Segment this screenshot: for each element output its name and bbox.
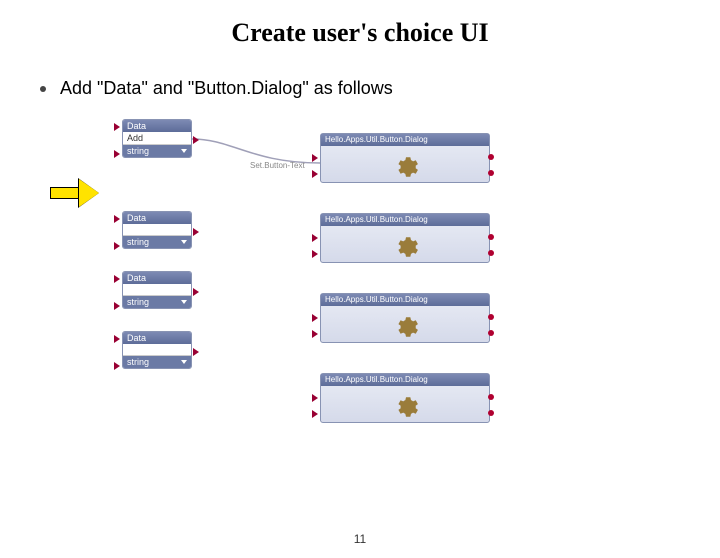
port-in-icon[interactable]	[114, 150, 120, 158]
port-out-icon[interactable]	[488, 154, 494, 160]
data-block-type[interactable]: string	[123, 236, 191, 248]
yellow-arrow-icon	[50, 179, 104, 207]
gear-icon	[393, 314, 419, 340]
port-in-icon[interactable]	[312, 250, 318, 258]
page-title: Create user's choice UI	[0, 18, 720, 48]
port-in-icon[interactable]	[312, 170, 318, 178]
chevron-down-icon	[181, 240, 187, 244]
diagram-canvas: Set.Button-Text Data Add string Data str…	[110, 119, 630, 469]
gear-icon	[393, 154, 419, 180]
port-in-icon[interactable]	[114, 362, 120, 370]
port-in-icon[interactable]	[114, 123, 120, 131]
data-block-value[interactable]	[123, 284, 191, 296]
port-out-icon[interactable]	[193, 348, 199, 356]
data-block[interactable]: Data Add string	[122, 119, 192, 158]
data-block-header: Data	[123, 120, 191, 132]
port-in-icon[interactable]	[114, 242, 120, 250]
button-dialog-block[interactable]: Hello.Apps.Util.Button.Dialog	[320, 293, 490, 343]
chevron-down-icon	[181, 300, 187, 304]
data-block-value[interactable]: Add	[123, 132, 191, 145]
port-in-icon[interactable]	[312, 314, 318, 322]
dialog-block-header: Hello.Apps.Util.Button.Dialog	[321, 134, 489, 146]
port-out-icon[interactable]	[488, 234, 494, 240]
port-out-icon[interactable]	[488, 330, 494, 336]
port-in-icon[interactable]	[312, 410, 318, 418]
bullet-item: Add "Data" and "Button.Dialog" as follow…	[40, 78, 720, 99]
port-in-icon[interactable]	[312, 394, 318, 402]
chevron-down-icon	[181, 149, 187, 153]
data-block-value[interactable]	[123, 224, 191, 236]
gear-icon	[393, 394, 419, 420]
button-dialog-block[interactable]: Hello.Apps.Util.Button.Dialog	[320, 133, 490, 183]
data-block-type[interactable]: string	[123, 356, 191, 368]
port-out-icon[interactable]	[488, 394, 494, 400]
port-in-icon[interactable]	[312, 330, 318, 338]
dialog-block-header: Hello.Apps.Util.Button.Dialog	[321, 214, 489, 226]
port-in-icon[interactable]	[114, 275, 120, 283]
data-block-type[interactable]: string	[123, 145, 191, 157]
data-block-header: Data	[123, 212, 191, 224]
chevron-down-icon	[181, 360, 187, 364]
port-out-icon[interactable]	[193, 136, 199, 144]
button-dialog-block[interactable]: Hello.Apps.Util.Button.Dialog	[320, 213, 490, 263]
bullet-dot-icon	[40, 86, 46, 92]
dialog-block-header: Hello.Apps.Util.Button.Dialog	[321, 374, 489, 386]
data-block[interactable]: Data string	[122, 331, 192, 369]
data-block-header: Data	[123, 272, 191, 284]
button-dialog-block[interactable]: Hello.Apps.Util.Button.Dialog	[320, 373, 490, 423]
data-block[interactable]: Data string	[122, 271, 192, 309]
port-in-icon[interactable]	[114, 302, 120, 310]
set-button-text-label: Set.Button-Text	[250, 161, 305, 170]
gear-icon	[393, 234, 419, 260]
port-in-icon[interactable]	[312, 234, 318, 242]
data-block-type[interactable]: string	[123, 296, 191, 308]
data-block[interactable]: Data string	[122, 211, 192, 249]
port-out-icon[interactable]	[488, 314, 494, 320]
port-out-icon[interactable]	[488, 170, 494, 176]
port-out-icon[interactable]	[488, 410, 494, 416]
dialog-block-header: Hello.Apps.Util.Button.Dialog	[321, 294, 489, 306]
port-out-icon[interactable]	[193, 288, 199, 296]
port-in-icon[interactable]	[312, 154, 318, 162]
port-in-icon[interactable]	[114, 215, 120, 223]
data-block-header: Data	[123, 332, 191, 344]
port-in-icon[interactable]	[114, 335, 120, 343]
port-out-icon[interactable]	[193, 228, 199, 236]
port-out-icon[interactable]	[488, 250, 494, 256]
data-block-value[interactable]	[123, 344, 191, 356]
bullet-text: Add "Data" and "Button.Dialog" as follow…	[60, 78, 393, 98]
page-number: 11	[0, 532, 720, 546]
